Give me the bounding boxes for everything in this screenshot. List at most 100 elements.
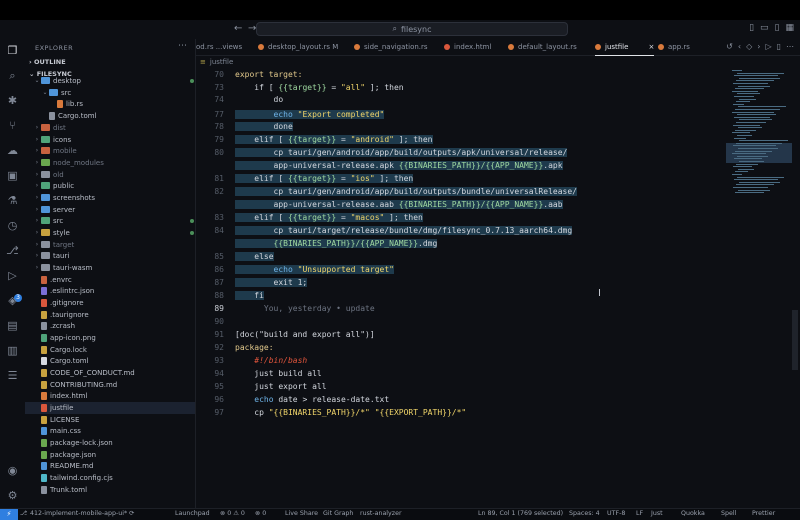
code-line[interactable]: 77 echo "Export completed" <box>196 108 726 121</box>
tree-folder[interactable]: › src <box>25 215 195 227</box>
tasks-icon[interactable]: ☰ <box>6 369 19 382</box>
tree-folder[interactable]: › icons <box>25 134 195 146</box>
tree-folder[interactable]: › public <box>25 180 195 192</box>
editor-more-icon[interactable]: ⋯ <box>786 42 794 51</box>
code-line[interactable]: 85 else <box>196 250 726 263</box>
status-item[interactable]: Just <box>651 510 663 517</box>
tree-folder[interactable]: › target <box>25 239 195 251</box>
code-line[interactable]: 92 package: <box>196 341 726 354</box>
status-item[interactable]: Ln 89, Col 1 (769 selected) <box>478 510 563 517</box>
tree-file[interactable]: .gitignore <box>25 297 195 309</box>
tree-folder[interactable]: › screenshots <box>25 192 195 204</box>
status-item[interactable]: rust-analyzer <box>360 510 402 517</box>
status-item[interactable]: Spell <box>721 510 736 517</box>
run-file-icon[interactable]: ▷ <box>765 42 771 51</box>
status-item[interactable]: ⊗ 0 ⚠ 0 <box>220 510 245 517</box>
code-line[interactable]: 97 cp "{{BINARIES_PATH}}/*" "{{EXPORT_PA… <box>196 406 726 419</box>
back-arrow-icon[interactable]: ← <box>234 23 242 34</box>
tree-file[interactable]: main.css <box>25 425 195 437</box>
code-line[interactable]: 84 cp tauri/target/release/bundle/dmg/fi… <box>196 224 726 237</box>
docker-icon[interactable]: ◈ <box>6 294 19 307</box>
history-icon[interactable]: ↺ <box>726 42 733 51</box>
search-view-icon[interactable]: ⌕ <box>6 69 19 82</box>
tree-file[interactable]: README.md <box>25 460 195 472</box>
git-graph-icon[interactable]: ⎇ <box>6 244 19 257</box>
code-line[interactable]: app-universal-release.apk {{BINARIES_PAT… <box>196 159 726 172</box>
editor-tab[interactable]: justfile × <box>595 39 655 56</box>
more-actions-icon[interactable]: ⋯ <box>178 41 187 51</box>
remote-indicator-icon[interactable]: ⚡ <box>0 509 18 520</box>
code-line[interactable]: {{BINARIES_PATH}}/{{APP_NAME}}.dmg <box>196 237 726 250</box>
editor-tab[interactable]: side_navigation.rs <box>354 39 428 55</box>
git-compare-icon[interactable]: ◇ <box>746 42 752 51</box>
status-item[interactable]: Prettier <box>752 510 775 517</box>
status-item[interactable]: Git Graph <box>323 510 353 517</box>
next-change-icon[interactable]: › <box>757 42 760 51</box>
command-center-search[interactable]: ⌕ filesync <box>256 22 568 36</box>
toggle-panel-icon[interactable]: ▭ <box>760 23 769 33</box>
source-control-icon[interactable]: ⑂ <box>6 119 19 132</box>
status-item[interactable]: Quokka <box>681 510 705 517</box>
tree-folder[interactable]: › dist <box>25 122 195 134</box>
code-line[interactable]: 81 elif [ {{target}} = "ios" ]; then <box>196 172 726 185</box>
minimap[interactable] <box>726 68 792 208</box>
code-line[interactable]: 91 [doc("build and export all")] <box>196 328 726 341</box>
code-line[interactable]: 82 cp tauri/gen/android/app/build/output… <box>196 185 726 198</box>
tree-file[interactable]: index.html <box>25 390 195 402</box>
status-item[interactable]: ⊗ 0 <box>255 510 266 517</box>
tree-folder[interactable]: › mobile <box>25 145 195 157</box>
testing-icon[interactable]: ⚗ <box>6 194 19 207</box>
editor-tab[interactable]: app.rs <box>658 39 690 55</box>
close-tab-icon[interactable]: × <box>648 43 654 51</box>
status-item[interactable]: 412-implement-mobile-app-ui* <box>30 510 127 517</box>
toggle-secondary-sidebar-icon[interactable]: ▯ <box>775 23 780 33</box>
toggle-sidebar-icon[interactable]: ▯ <box>749 23 754 33</box>
settings-gear-icon[interactable]: ⚙ <box>6 489 19 502</box>
tree-file[interactable]: justfile <box>25 402 195 414</box>
code-line[interactable]: 78 done <box>196 120 726 133</box>
explorer-icon[interactable]: ❐ <box>6 44 19 57</box>
status-item[interactable]: UTF-8 <box>607 510 625 517</box>
vertical-scrollbar[interactable] <box>792 310 798 370</box>
status-item[interactable]: Spaces: 4 <box>569 510 600 517</box>
tree-folder[interactable]: ⌄ src <box>25 87 195 99</box>
tree-file[interactable]: app-icon.png <box>25 332 195 344</box>
tree-file[interactable]: .taurignore <box>25 309 195 321</box>
prev-change-icon[interactable]: ‹ <box>738 42 741 51</box>
tree-folder[interactable]: › tauri-wasm <box>25 262 195 274</box>
tree-folder[interactable]: › old <box>25 169 195 181</box>
tree-file[interactable]: CODE_OF_CONDUCT.md <box>25 367 195 379</box>
code-editor[interactable]: 70 export target: 73 if [ {{target}} = "al… <box>196 68 726 508</box>
outline-section[interactable]: › OUTLINE <box>29 58 66 66</box>
tree-file[interactable]: package-lock.json <box>25 437 195 449</box>
editor-tab[interactable]: od.rs ...views <box>196 39 242 55</box>
code-line[interactable]: 86 echo "Unsupported target" <box>196 263 726 276</box>
code-line[interactable]: 79 elif [ {{target}} = "android" ]; then <box>196 133 726 146</box>
editor-tab[interactable]: index.html <box>444 39 491 55</box>
tree-folder[interactable]: › style <box>25 227 195 239</box>
editor-tab[interactable]: default_layout.rs <box>508 39 577 55</box>
code-line[interactable]: 80 cp tauri/gen/android/app/build/output… <box>196 146 726 159</box>
status-item[interactable]: LF <box>636 510 643 517</box>
code-line[interactable]: 88 fi <box>196 289 726 302</box>
account-icon[interactable]: ◉ <box>6 464 19 477</box>
tree-file[interactable]: .zcrash <box>25 320 195 332</box>
breadcrumb[interactable]: ≡ justfile <box>196 56 233 68</box>
code-line[interactable]: 70 export target: <box>196 68 726 81</box>
code-line[interactable]: 89 You, yesterday • update <box>196 302 726 315</box>
customize-layout-icon[interactable]: ▦ <box>785 23 794 33</box>
split-editor-icon[interactable]: ▯ <box>777 42 781 51</box>
tree-file[interactable]: Cargo.lock <box>25 344 195 356</box>
remote-icon[interactable]: ☁ <box>6 144 19 157</box>
tree-file[interactable]: Cargo.toml <box>25 110 195 122</box>
debug-icon[interactable]: ✱ <box>6 94 19 107</box>
status-item[interactable]: ⟳ <box>129 510 134 517</box>
tree-file[interactable]: .envrc <box>25 274 195 286</box>
notes-icon[interactable]: ▥ <box>6 344 19 357</box>
code-line[interactable]: 95 just export all <box>196 380 726 393</box>
extensions-icon[interactable]: ▣ <box>6 169 19 182</box>
tree-file[interactable]: CONTRIBUTING.md <box>25 379 195 391</box>
tree-folder[interactable]: › tauri <box>25 250 195 262</box>
tree-folder[interactable]: ⌄ desktop <box>25 75 195 87</box>
status-item[interactable]: Launchpad <box>175 510 210 517</box>
